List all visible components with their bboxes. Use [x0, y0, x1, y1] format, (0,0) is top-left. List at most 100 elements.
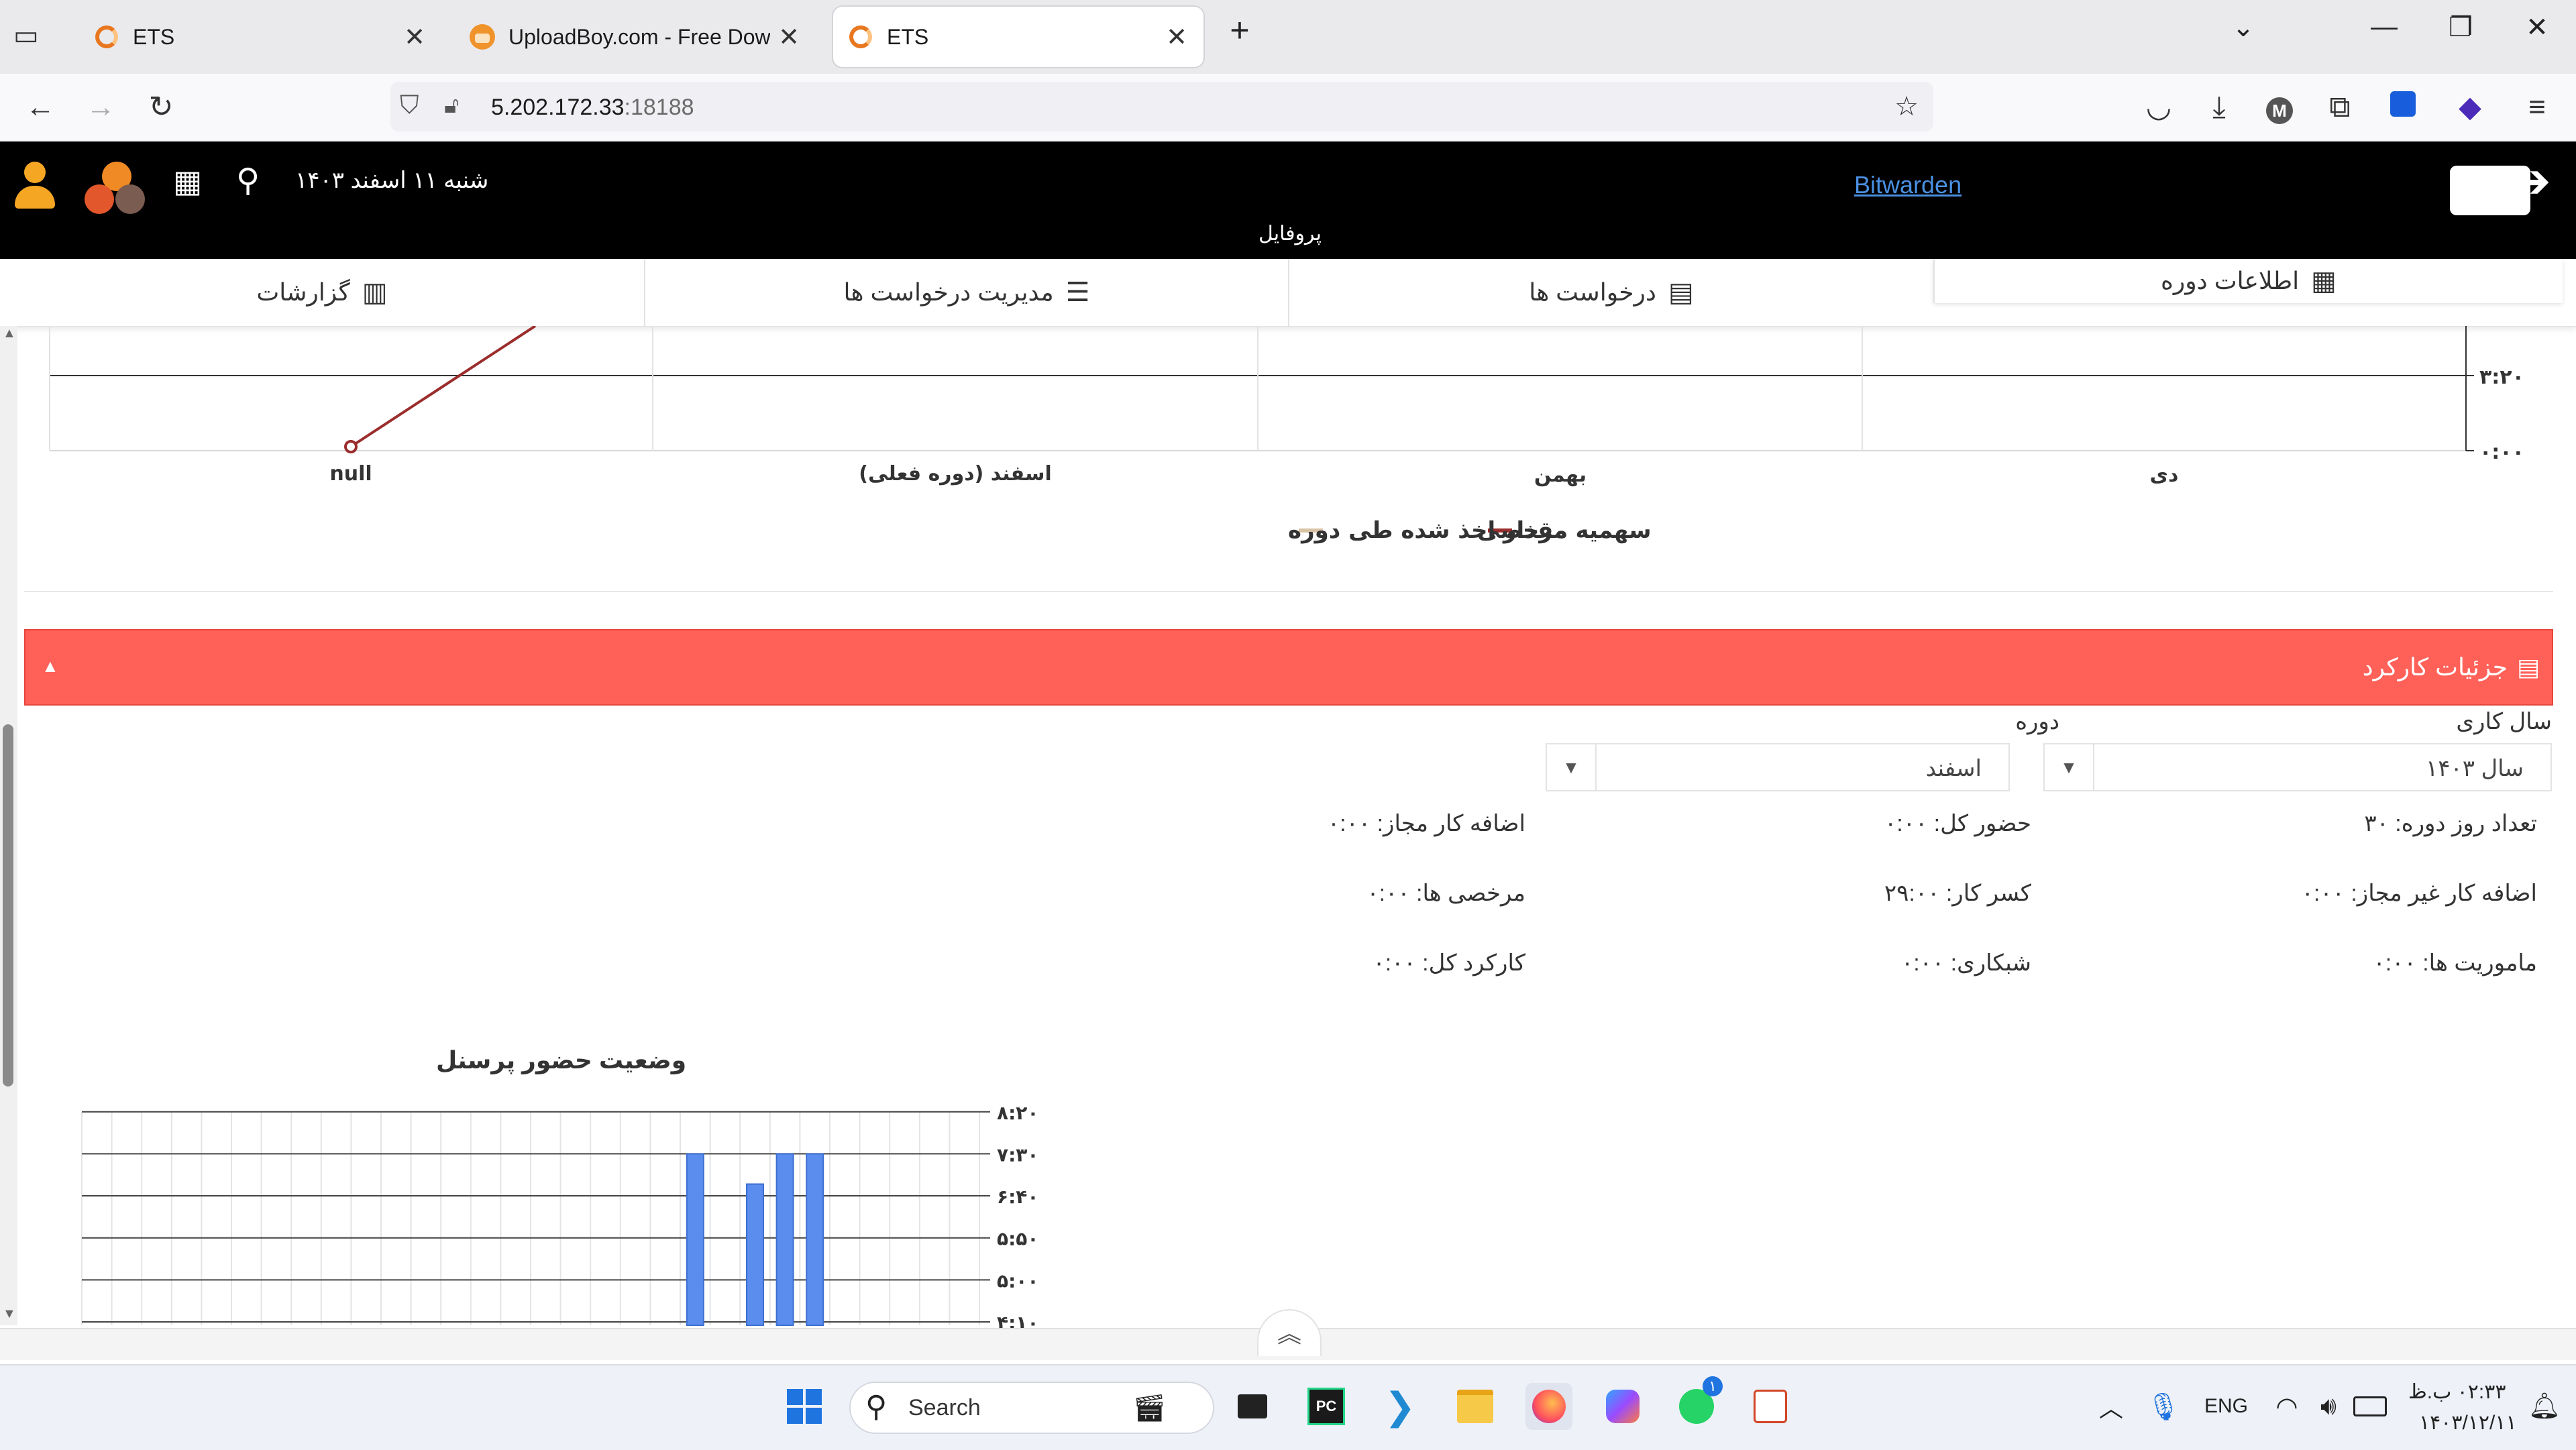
y-tick-label: ۵:۵۰ [997, 1228, 1038, 1250]
task-view-icon[interactable] [1229, 1383, 1276, 1430]
ets-favicon-icon [95, 25, 118, 48]
main-menu-bar: اطلاعات دوره ▦ درخواست ها ▤ مدیریت درخواست… [0, 259, 2576, 327]
presentation-app-icon[interactable] [1747, 1383, 1794, 1430]
calendar-icon[interactable]: ▦ [173, 163, 202, 199]
url-text: 5.202.172.33:18188 [491, 95, 694, 120]
uploadboy-favicon-icon [470, 24, 495, 50]
restore-window-icon[interactable]: ❐ [2440, 12, 2481, 43]
attendance-bar [806, 1153, 824, 1327]
close-window-icon[interactable]: ✕ [2517, 12, 2557, 43]
battery-icon[interactable] [2347, 1383, 2394, 1430]
close-tab-icon[interactable]: ✕ [778, 22, 800, 52]
tab-list-chevron-icon[interactable]: ⌄ [2223, 12, 2263, 43]
stat-overtime-allowed: اضافه کار مجاز: ۰:۰۰ [1327, 811, 1525, 836]
select-value: اسفند [1925, 756, 1982, 781]
menu-requests[interactable]: درخواست ها ▤ [1288, 259, 1933, 326]
notifications-bell-icon[interactable]: 🔔︎ [2521, 1383, 2568, 1430]
scroll-up-arrow-icon[interactable]: ▲ [3, 326, 16, 341]
scroll-down-arrow-icon[interactable]: ▼ [3, 1306, 16, 1322]
shield-icon[interactable]: ⛉ [400, 91, 419, 120]
reload-icon[interactable]: ↻ [141, 90, 181, 125]
x-tick-label: اسفند (دوره فعلی) [859, 462, 1051, 486]
work-year-label: سال کاری [2456, 709, 2552, 734]
show-hidden-icons-chevron[interactable]: ︿ [2088, 1383, 2135, 1430]
user-avatar-icon[interactable] [13, 162, 56, 215]
copilot-icon[interactable] [1599, 1383, 1646, 1430]
calendar-icon: ▦ [2311, 266, 2337, 296]
menu-manage-requests[interactable]: مدیریت درخواست ها ☰ [644, 259, 1288, 326]
insecure-lock-icon[interactable]: 🔓︎ [444, 93, 459, 119]
file-explorer-icon[interactable] [1452, 1383, 1499, 1430]
input-language[interactable]: ENG [2204, 1395, 2248, 1418]
header-date: شنبه ۱۱ اسفند ۱۴۰۳ [295, 168, 489, 193]
firefox-icon[interactable] [1525, 1383, 1572, 1430]
attendance-bar [746, 1183, 764, 1327]
stat-total-attendance: حضور کل: ۰:۰۰ [1884, 811, 2031, 836]
stat-total-work: کارکرد کل: ۰:۰۰ [1373, 950, 1525, 976]
tab-overview-icon[interactable]: ▭ [13, 20, 47, 54]
back-arrow-icon[interactable]: ← [20, 90, 60, 125]
minimize-window-icon[interactable]: — [2364, 12, 2404, 42]
vscode-icon[interactable]: ❯ [1377, 1383, 1424, 1430]
legend-label: مقدار اخذ شده طی دوره [1288, 517, 1568, 544]
y-tick-label: ۳:۲۰ [2479, 366, 2524, 389]
browser-tab-ets-1[interactable]: ETS ✕ [79, 7, 441, 67]
bookmark-star-icon[interactable]: ☆ [1894, 91, 1919, 122]
close-tab-icon[interactable]: ✕ [1166, 22, 1187, 52]
taskbar-search-box[interactable]: ⚲ Search 🎬︎ [849, 1382, 1214, 1434]
leave-chart-card: ۳:۲۰ ۰:۰۰ دی بهمن اسفند (دوره فعلی) null… [24, 325, 2553, 592]
bitwarden-extension-icon[interactable] [2383, 90, 2423, 125]
attendance-bar [775, 1153, 794, 1327]
wifi-icon[interactable]: ◠ [2263, 1383, 2310, 1430]
scroll-to-top-button[interactable]: ︽ [1257, 1309, 1322, 1356]
menu-label: درخواست ها [1529, 278, 1656, 306]
scrollbar-thumb[interactable] [3, 724, 13, 1086]
browser-tab-ets-active[interactable]: ETS ✕ [833, 7, 1203, 67]
account-m-icon[interactable]: M [2259, 90, 2300, 125]
downloads-icon[interactable]: ⤓ [2199, 90, 2239, 125]
attendance-bar [686, 1153, 704, 1327]
forward-arrow-icon[interactable]: ➔ [2512, 154, 2551, 209]
tab-title: ETS [133, 24, 175, 49]
whatsapp-icon[interactable]: ۱ [1673, 1376, 1723, 1430]
purple-extension-icon[interactable]: ◆ [2450, 90, 2490, 125]
app-menu-icon[interactable]: ≡ [2517, 90, 2557, 125]
work-year-select[interactable]: ▼ سال ۱۴۰۳ [2043, 743, 2552, 791]
pocket-icon[interactable]: ◡ [2139, 90, 2179, 125]
menu-reports[interactable]: گزارشات ▥ [0, 259, 644, 326]
volume-icon[interactable]: 🔊︎ [2305, 1383, 2352, 1430]
menu-period-info[interactable]: اطلاعات دوره ▦ [1933, 259, 2563, 303]
extensions-puzzle-icon[interactable]: ⧉ [2320, 90, 2360, 125]
app-header: ▦ ⚲ شنبه ۱۱ اسفند ۱۴۰۳ Bitwarden ➔ پروفا… [0, 142, 2576, 259]
work-details-panel-header[interactable]: ▤ جزئیات کارکرد ▲ [24, 629, 2553, 706]
address-bar[interactable]: ⛉ 🔓︎ 5.202.172.33:18188 ☆ [390, 82, 1933, 131]
leave-chart: ۳:۲۰ ۰:۰۰ دی بهمن اسفند (دوره فعلی) null… [49, 325, 2524, 544]
stat-period-days: تعداد روز دوره: ۳۰ [2364, 811, 2537, 836]
period-select[interactable]: ▼ اسفند [1546, 743, 2010, 791]
new-tab-plus-icon[interactable]: + [1220, 11, 1260, 50]
pycharm-icon[interactable]: PC [1303, 1383, 1350, 1430]
microphone-icon[interactable]: 🎙︎ [2140, 1383, 2187, 1430]
taskbar-search-placeholder: Search [908, 1395, 981, 1420]
leave-chart-legend[interactable]: سهمیه مرخصی مقدار اخذ شده طی دوره [1288, 517, 1652, 544]
y-tick-label: ۴:۱۰ [997, 1312, 1038, 1328]
forward-arrow-icon[interactable]: → [80, 90, 121, 125]
profile-label[interactable]: پروفایل [1258, 222, 1322, 245]
browser-tab-uploadboy[interactable]: UploadBoy.com - Free Downloa ✕ [453, 7, 816, 67]
y-tick-label: ۷:۳۰ [997, 1144, 1038, 1166]
users-group-icon[interactable] [85, 162, 149, 215]
windows-start-icon[interactable] [781, 1383, 828, 1430]
browser-navigation-bar: ← → ↻ ⛉ 🔓︎ 5.202.172.33:18188 ☆ ◡ ⤓ M ⧉ … [0, 74, 2576, 142]
windows-taskbar: ⚲ Search 🎬︎ PC ❯ ۱ ︿ 🎙︎ ENG ◠ 🔊︎ ۰۲:۳۳ ب… [0, 1364, 2576, 1450]
bitwarden-link[interactable]: Bitwarden [1854, 171, 1962, 199]
clock-date[interactable]: ۱۴۰۳/۱۲/۱۱ [2419, 1411, 2517, 1435]
dropdown-arrow-icon: ▼ [1547, 744, 1597, 790]
document-icon: ▤ [2516, 653, 2540, 681]
search-icon[interactable]: ⚲ [236, 162, 260, 199]
tasks-icon: ☰ [1065, 278, 1090, 307]
collapse-caret-icon[interactable]: ▲ [42, 656, 59, 677]
clock-time[interactable]: ۰۲:۳۳ ب.ظ [2408, 1380, 2506, 1404]
close-tab-icon[interactable]: ✕ [404, 22, 425, 52]
panel-title: جزئیات کارکرد [2362, 653, 2508, 681]
menu-label: گزارشات [256, 278, 350, 306]
